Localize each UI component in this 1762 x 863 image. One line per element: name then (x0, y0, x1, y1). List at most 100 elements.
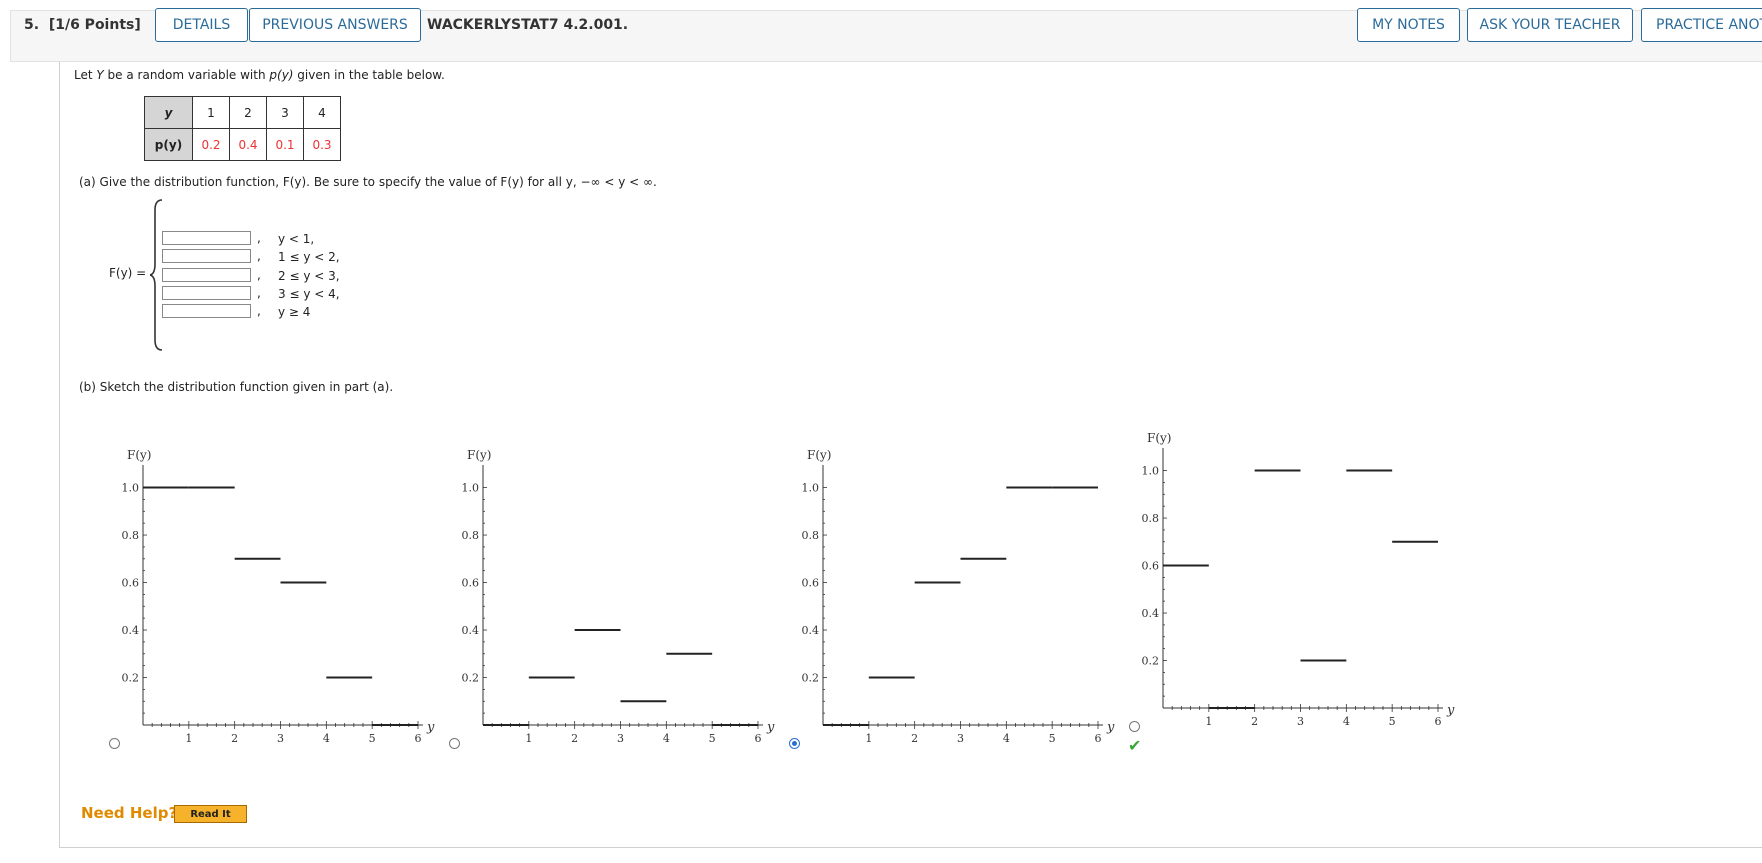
x-axis-label: y (1446, 703, 1455, 718)
graph-choice-2: 1 2 3 4 5 6 0.2 0.4 0.6 0.8 1.0 F(y) y (462, 448, 776, 745)
separator: , (257, 286, 261, 300)
separator: , (257, 249, 261, 263)
practice-another-button[interactable]: PRACTICE ANOTHER (1641, 8, 1762, 42)
condition-label: 1 ≤ y < 2, (278, 250, 340, 264)
x-tick-label: 1 (525, 732, 532, 745)
x-tick-label: 3 (957, 732, 964, 745)
choice-radio-4[interactable] (1129, 721, 1140, 732)
f-input-2[interactable] (162, 249, 251, 263)
separator: , (257, 304, 261, 318)
piecewise-lhs: F(y) = (109, 266, 147, 280)
y-tick-label: 0.8 (802, 529, 820, 542)
f-input-5[interactable] (162, 304, 251, 318)
probability-table: y 1 2 3 4 p(y) 0.2 0.4 0.1 0.3 (144, 96, 341, 161)
separator: , (257, 231, 261, 245)
condition-label: y ≥ 4 (278, 305, 311, 319)
x-tick-label: 5 (1049, 732, 1056, 745)
table-cell: 0.2 (192, 128, 230, 161)
x-tick-label: 2 (231, 732, 238, 745)
correct-check-icon: ✔ (1128, 736, 1142, 755)
f-input-1[interactable] (162, 231, 251, 245)
x-tick-label: 5 (1389, 715, 1396, 728)
x-tick-label: 3 (1297, 715, 1304, 728)
y-tick-label: 0.8 (462, 529, 480, 542)
need-help-label: Need Help? (81, 804, 178, 822)
x-tick-label: 1 (185, 732, 192, 745)
table-row: p(y) 0.2 0.4 0.1 0.3 (144, 128, 341, 161)
y-axis-label: F(y) (467, 448, 491, 462)
x-tick-label: 3 (617, 732, 624, 745)
table-cell: 3 (266, 96, 304, 129)
part-b-prompt: (b) Sketch the distribution function giv… (79, 380, 394, 394)
table-row: y 1 2 3 4 (144, 96, 341, 129)
graph-choice-4: 1 2 3 4 5 6 0.2 0.4 0.6 0.8 1.0 F(y) y (1142, 431, 1456, 728)
x-tick-label: 3 (277, 732, 284, 745)
y-tick-label: 0.2 (462, 672, 480, 685)
x-tick-label: 4 (663, 732, 670, 745)
y-tick-label: 0.6 (122, 577, 140, 590)
question-number: 5. [1/6 Points] (24, 17, 141, 33)
table-cell: 0.1 (266, 128, 304, 161)
y-tick-label: 0.2 (802, 672, 820, 685)
graph-choice-1: 1 2 3 4 5 6 0.2 0.4 0.6 0.8 1.0 F(y) y (122, 448, 436, 745)
y-tick-label: 0.4 (1142, 607, 1160, 620)
x-tick-label: 4 (323, 732, 330, 745)
x-tick-label: 4 (1343, 715, 1350, 728)
y-tick-label: 0.4 (462, 624, 480, 637)
x-tick-label: 6 (1095, 732, 1102, 745)
y-tick-label: 1.0 (1142, 465, 1160, 478)
y-tick-label: 0.8 (1142, 512, 1160, 525)
y-tick-label: 0.4 (802, 624, 820, 637)
x-axis-label: y (426, 720, 435, 735)
x-tick-label: 6 (415, 732, 422, 745)
f-input-3[interactable] (162, 268, 251, 282)
choice-radio-2[interactable] (449, 738, 460, 749)
x-tick-label: 1 (1205, 715, 1212, 728)
condition-label: y < 1, (278, 232, 315, 246)
points-badge: [1/6 Points] (48, 17, 141, 33)
read-it-button[interactable]: Read It (174, 805, 247, 823)
previous-answers-button[interactable]: PREVIOUS ANSWERS (249, 8, 421, 42)
x-axis-label: y (766, 720, 775, 735)
x-tick-label: 2 (911, 732, 918, 745)
x-tick-label: 5 (369, 732, 376, 745)
x-tick-label: 1 (865, 732, 872, 745)
choice-radio-3[interactable] (789, 738, 800, 749)
condition-label: 2 ≤ y < 3, (278, 269, 340, 283)
part-a-prompt: (a) Give the distribution function, F(y)… (79, 175, 657, 189)
x-tick-label: 2 (1251, 715, 1258, 728)
table-header-y: y (144, 96, 193, 129)
graph-choice-3: 1 2 3 4 5 6 0.2 0.4 0.6 0.8 1.0 F(y) y (802, 448, 1116, 745)
y-tick-label: 1.0 (462, 482, 480, 495)
y-tick-label: 0.6 (1142, 560, 1160, 573)
x-tick-label: 6 (1435, 715, 1442, 728)
x-tick-label: 5 (709, 732, 716, 745)
y-axis-label: F(y) (1147, 431, 1171, 445)
x-tick-label: 6 (755, 732, 762, 745)
details-button[interactable]: DETAILS (155, 8, 248, 42)
x-axis-label: y (1106, 720, 1115, 735)
table-header-py: p(y) (144, 128, 193, 161)
condition-label: 3 ≤ y < 4, (278, 287, 340, 301)
x-tick-label: 2 (571, 732, 578, 745)
table-cell: 0.3 (303, 128, 341, 161)
y-tick-label: 0.2 (1142, 655, 1160, 668)
x-tick-label: 4 (1003, 732, 1010, 745)
y-axis-label: F(y) (807, 448, 831, 462)
separator: , (257, 268, 261, 282)
my-notes-button[interactable]: MY NOTES (1357, 8, 1460, 42)
table-cell: 0.4 (229, 128, 267, 161)
y-tick-label: 0.2 (122, 672, 140, 685)
y-tick-label: 0.6 (462, 577, 480, 590)
table-cell: 4 (303, 96, 341, 129)
y-tick-label: 1.0 (802, 482, 820, 495)
choice-radio-1[interactable] (109, 738, 120, 749)
y-tick-label: 1.0 (122, 482, 140, 495)
f-input-4[interactable] (162, 286, 251, 300)
ask-your-teacher-button[interactable]: ASK YOUR TEACHER (1467, 8, 1633, 42)
table-cell: 2 (229, 96, 267, 129)
y-tick-label: 0.6 (802, 577, 820, 590)
problem-code: WACKERLYSTAT7 4.2.001. (427, 17, 629, 33)
intro-text: Let Y be a random variable with p(y) giv… (74, 68, 445, 82)
table-cell: 1 (192, 96, 230, 129)
